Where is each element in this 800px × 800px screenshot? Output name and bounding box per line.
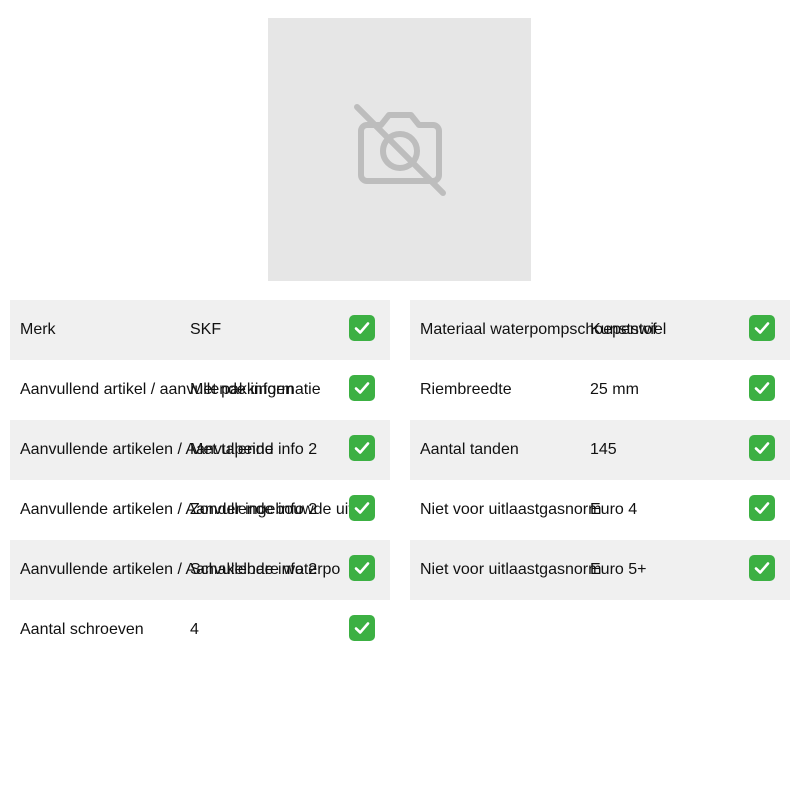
- check-mark-icon: [349, 555, 375, 581]
- table-row: Aanvullende artikelen / Aanvullende info…: [10, 420, 390, 480]
- table-row: Aanvullende artikelen / Aanvullende info…: [10, 540, 390, 600]
- spec-value: Met pakkingen: [190, 381, 295, 398]
- spec-value: Met tapeind: [190, 441, 274, 458]
- spec-value: 25 mm: [590, 381, 639, 398]
- check-mark-icon: [349, 375, 375, 401]
- spec-value: 145: [590, 441, 617, 458]
- check-mark-icon: [749, 375, 775, 401]
- spec-label: Riembreedte: [420, 381, 512, 398]
- check-mark-icon: [349, 435, 375, 461]
- check-mark-icon: [749, 315, 775, 341]
- check-mark-icon: [749, 555, 775, 581]
- spec-label: Niet voor uitlaastgasnorm: [420, 561, 602, 578]
- table-row: Aanvullend artikel / aanvullende informa…: [10, 360, 390, 420]
- spec-value: 4: [190, 621, 199, 638]
- spec-label: Aantal schroeven: [20, 621, 144, 638]
- table-row: Aantal tanden 145: [410, 420, 790, 480]
- check-mark-icon: [349, 615, 375, 641]
- table-row: Riembreedte 25 mm: [410, 360, 790, 420]
- product-image-placeholder: [268, 18, 531, 281]
- right-spec-table: Materiaal waterpompschoepenwiel Kunststo…: [410, 300, 790, 600]
- table-row: Merk SKF: [10, 300, 390, 360]
- spec-value: Kunststof: [590, 321, 657, 338]
- table-row: Niet voor uitlaastgasnorm Euro 4: [410, 480, 790, 540]
- spec-value: Euro 5+: [590, 561, 647, 578]
- table-row: Niet voor uitlaastgasnorm Euro 5+: [410, 540, 790, 600]
- spec-value: SKF: [190, 321, 222, 338]
- spec-label: Merk: [20, 321, 56, 338]
- table-row: Aantal schroeven 4: [10, 600, 390, 660]
- spec-value: Schakelbare waterpo: [190, 561, 341, 578]
- spec-value: Zonder ingebouwde uitch: [190, 501, 370, 518]
- check-mark-icon: [349, 315, 375, 341]
- check-mark-icon: [349, 495, 375, 521]
- spec-value: Euro 4: [590, 501, 638, 518]
- table-row: Aanvullende artikelen / Aanvullende info…: [10, 480, 390, 540]
- table-row: Materiaal waterpompschoepenwiel Kunststo…: [410, 300, 790, 360]
- check-mark-icon: [749, 435, 775, 461]
- no-photo-icon: [353, 103, 446, 196]
- spec-label: Aantal tanden: [420, 441, 519, 458]
- left-spec-table: Merk SKF Aanvullend artikel / aanvullend…: [10, 300, 390, 660]
- spec-label: Niet voor uitlaastgasnorm: [420, 501, 602, 518]
- check-mark-icon: [749, 495, 775, 521]
